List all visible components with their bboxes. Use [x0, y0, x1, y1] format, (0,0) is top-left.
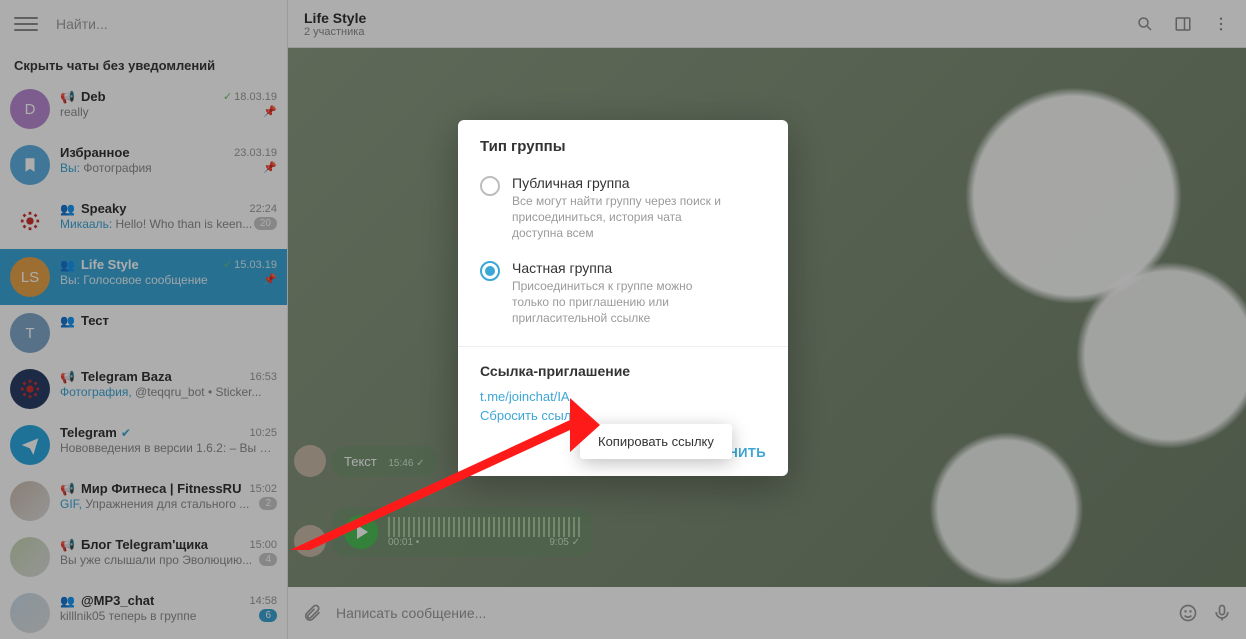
option-title: Публичная группа — [512, 175, 732, 191]
modal-title: Тип группы — [458, 120, 788, 169]
option-public-group[interactable]: Публичная группа Все могут найти группу … — [458, 169, 788, 254]
reset-link[interactable]: Сбросить ссыл — [458, 406, 788, 425]
app-root: Найти... Скрыть чаты без уведомлений D📢D… — [0, 0, 1246, 639]
context-menu: Копировать ссылку — [580, 424, 732, 459]
group-type-modal: Тип группы Публичная группа Все могут на… — [458, 120, 788, 476]
option-desc: Все могут найти группу через поиск и при… — [512, 193, 732, 242]
option-desc: Присоединиться к группе можно только по … — [512, 278, 732, 327]
invite-link-heading: Ссылка-приглашение — [458, 347, 788, 387]
radio-icon[interactable] — [480, 176, 500, 196]
radio-icon[interactable] — [480, 261, 500, 281]
context-menu-copy-link[interactable]: Копировать ссылку — [598, 434, 714, 449]
invite-link[interactable]: t.me/joinchat/IA — [458, 387, 788, 406]
option-title: Частная группа — [512, 260, 732, 276]
option-private-group[interactable]: Частная группа Присоединиться к группе м… — [458, 254, 788, 339]
